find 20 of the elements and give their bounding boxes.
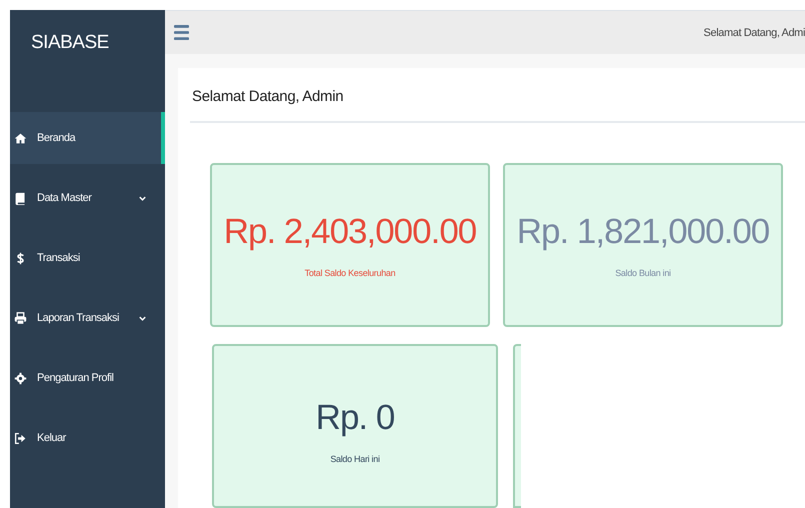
book-icon	[14, 192, 27, 204]
sidebar-item[interactable]: Keluar	[10, 412, 165, 464]
balance-amount: Rp. 1,821,000.00	[516, 212, 770, 252]
balance-caption: Saldo Bulan ini	[615, 268, 671, 278]
balance-amount: Rp. 0	[316, 398, 394, 438]
sidebar-item[interactable]: Pengaturan Profil	[10, 352, 165, 404]
user-greeting: Selamat Datang, Admi	[704, 26, 805, 38]
balance-caption: Saldo Hari ini	[330, 454, 380, 464]
home-icon	[14, 132, 27, 144]
panel-title: Selamat Datang, Admin	[190, 68, 805, 123]
balance-caption: Total Saldo Keseluruhan	[304, 268, 396, 278]
sidebar-item[interactable]: Beranda	[10, 112, 165, 164]
sidebar-item[interactable]: Transaksi	[10, 232, 165, 284]
logout-icon	[14, 432, 27, 444]
brand-title: SIABASE	[30, 31, 110, 55]
menu-icon[interactable]	[174, 24, 189, 41]
sidebar-item[interactable]: Data Master	[10, 172, 165, 224]
sidebar-item[interactable]: Laporan Transaksi	[10, 292, 165, 344]
printer-icon	[14, 312, 27, 324]
balance-amount: Rp. 2,403,000.00	[224, 212, 476, 252]
